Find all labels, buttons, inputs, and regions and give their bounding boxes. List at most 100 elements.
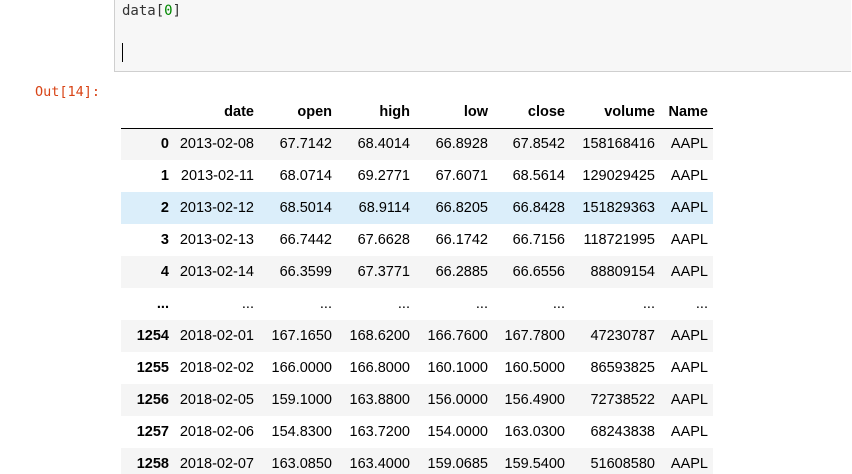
table-row: 1256 2018-02-05 159.1000 163.8800 156.0000 15… <box>121 384 713 416</box>
cell-high: 166.8000 <box>349 360 410 376</box>
table-row: 0 2013-02-08 67.7142 68.4014 66.8928 67.8542 1… <box>121 128 713 160</box>
cell-high: 68.9114 <box>358 200 410 216</box>
output-prompt: Out[14]: <box>35 84 101 100</box>
row-index: 1258 <box>136 456 169 472</box>
cell-low: 66.1742 <box>435 232 488 248</box>
cell-date: 2018-02-02 <box>179 360 254 376</box>
cell-high: 163.7200 <box>349 424 410 440</box>
code-input-cell[interactable]: data[0] <box>114 0 851 72</box>
row-index: 1 <box>160 168 169 184</box>
cell-low: 160.1000 <box>427 360 488 376</box>
table-row: 1258 2018-02-07 163.0850 163.4000 159.0685 15… <box>121 448 713 474</box>
cell-close: 156.4900 <box>504 392 565 408</box>
cell-volume: 118721995 <box>583 232 655 248</box>
row-index: 3 <box>160 232 169 248</box>
cell-low: 166.7600 <box>427 328 488 344</box>
cell-close: 160.5000 <box>504 360 565 376</box>
cell-name: AAPL <box>670 264 708 280</box>
text-cursor <box>122 43 123 62</box>
cell-low: 159.0685 <box>427 456 488 472</box>
table-row: 1255 2018-02-02 166.0000 166.8000 160.1000 16… <box>121 352 713 384</box>
cell-volume: ... <box>642 296 655 312</box>
row-index: 1254 <box>136 328 169 344</box>
notebook-page: data[0] Out[14]: date open high low clos… <box>0 0 852 474</box>
cell-low: ... <box>475 296 488 312</box>
cell-open: 66.3599 <box>279 264 332 280</box>
cell-open: 66.7442 <box>279 232 332 248</box>
cell-high: 69.2771 <box>357 168 410 184</box>
cell-close: 67.8542 <box>512 136 565 153</box>
cell-date: ... <box>241 296 254 312</box>
cell-open: 167.1650 <box>271 328 332 344</box>
row-index: 0 <box>160 136 169 153</box>
cell-close: 159.5400 <box>504 456 565 472</box>
cell-date: 2013-02-13 <box>179 232 254 248</box>
cell-volume: 68243838 <box>590 424 655 440</box>
cell-low: 66.8205 <box>435 200 488 216</box>
cell-volume: 88809154 <box>590 264 655 280</box>
cell-open: 68.0714 <box>279 168 332 184</box>
cell-low: 156.0000 <box>427 392 488 408</box>
dataframe-output: date open high low close volume Name 0 20… <box>121 97 713 474</box>
cell-open: 159.1000 <box>271 392 332 408</box>
cell-high: 67.6628 <box>357 232 410 248</box>
column-header-close: close <box>493 97 570 129</box>
cell-name: AAPL <box>670 392 708 408</box>
cell-name: AAPL <box>670 424 708 440</box>
table-header: date open high low close volume Name <box>121 97 713 129</box>
column-header-high: high <box>337 97 415 129</box>
cell-high: 163.8800 <box>349 392 410 408</box>
cell-date: 2018-02-07 <box>179 456 254 472</box>
code-open-bracket: [ <box>155 3 165 19</box>
cell-name: ... <box>695 296 708 312</box>
cell-close: 66.7156 <box>512 232 565 248</box>
table-row: ........................ <box>121 288 713 320</box>
cell-high: ... <box>397 296 410 312</box>
cell-name: AAPL <box>670 328 708 344</box>
cell-date: 2018-02-05 <box>179 392 254 408</box>
cell-name: AAPL <box>670 200 708 216</box>
cell-open: 154.8300 <box>271 424 332 440</box>
cell-open: 68.5014 <box>279 200 332 216</box>
row-index: 1255 <box>136 360 169 376</box>
header-row: date open high low close volume Name <box>121 97 713 129</box>
column-header-open: open <box>259 97 337 129</box>
cell-close: 167.7800 <box>504 328 565 344</box>
cell-volume: 86593825 <box>590 360 655 376</box>
index-header <box>121 97 174 129</box>
dataframe-table: date open high low close volume Name 0 20… <box>121 97 713 474</box>
table-row: 1257 2018-02-06 154.8300 163.7200 154.0000 16… <box>121 416 713 448</box>
cell-name: AAPL <box>670 360 708 376</box>
table-row: 2 2013-02-12 68.5014 68.9114 66.8205 66.8428 1… <box>121 192 713 224</box>
cell-volume: 72738522 <box>590 392 655 408</box>
cell-low: 66.2885 <box>435 264 488 280</box>
cell-close: 66.8428 <box>512 200 565 216</box>
cell-date: 2018-02-06 <box>179 424 254 440</box>
table-row: 4 2013-02-14 66.3599 67.3771 66.2885 66.6556 8… <box>121 256 713 288</box>
code-variable: data <box>122 3 156 19</box>
cell-high: 168.6200 <box>349 328 410 344</box>
table-row: 1254 2018-02-01 167.1650 168.6200 166.7600 16… <box>121 320 713 352</box>
cell-date: 2018-02-01 <box>179 328 254 344</box>
row-index: 1257 <box>136 424 169 440</box>
cell-open: 67.7142 <box>279 136 332 153</box>
code-line[interactable]: data[0] <box>122 3 181 19</box>
cell-high: 68.4014 <box>357 136 410 153</box>
cell-close: 163.0300 <box>504 424 565 440</box>
table-row: 3 2013-02-13 66.7442 67.6628 66.1742 66.7156 1… <box>121 224 713 256</box>
cell-high: 163.4000 <box>349 456 410 472</box>
cell-name: AAPL <box>670 456 708 472</box>
code-index-number: 0 <box>164 3 173 19</box>
cell-date: 2013-02-08 <box>179 136 254 153</box>
code-close-bracket: ] <box>172 3 182 19</box>
cell-volume: 51608580 <box>590 456 655 472</box>
cell-low: 66.8928 <box>435 136 488 153</box>
cell-name: AAPL <box>670 232 708 248</box>
cell-low: 154.0000 <box>427 424 488 440</box>
column-header-date: date <box>174 97 259 129</box>
cell-low: 67.6071 <box>435 168 488 184</box>
cell-high: 67.3771 <box>357 264 410 280</box>
cell-name: AAPL <box>670 168 708 184</box>
cell-open: 166.0000 <box>271 360 332 376</box>
table-body: 0 2013-02-08 67.7142 68.4014 66.8928 67.8542 1… <box>121 128 713 474</box>
